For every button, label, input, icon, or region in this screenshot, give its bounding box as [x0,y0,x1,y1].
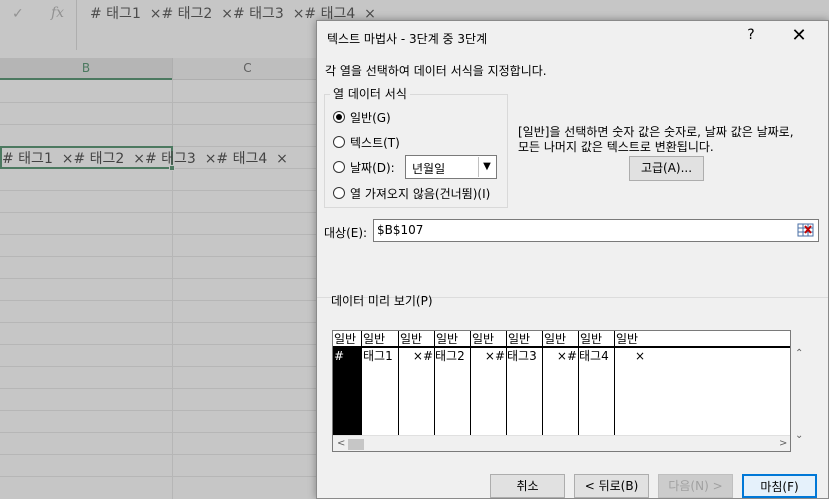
radio-button[interactable] [333,111,345,123]
chevron-down-icon[interactable]: ▼ [478,157,495,177]
preview-cell: ×# [484,349,505,363]
preview-column-header[interactable]: 일반 [333,331,362,348]
range-select-icon[interactable] [796,221,816,240]
preview-cell: 태그1 [363,349,393,363]
scroll-down-icon[interactable]: ⌄ [795,430,803,441]
horizontal-scrollbar[interactable]: < > [333,435,790,451]
preview-cell: × [634,349,645,363]
text-import-wizard-dialog: 텍스트 마법사 - 3단계 중 3단계 ? ✕ 각 열을 선택하여 데이터 서식… [316,20,829,499]
preview-column-header[interactable]: 일반 [399,331,435,348]
preview-cell: # [334,349,345,363]
preview-column-header[interactable]: 일반 [471,331,507,348]
dialog-title: 텍스트 마법사 - 3단계 중 3단계 [327,32,488,46]
close-button[interactable]: ✕ [787,26,811,48]
help-button[interactable]: ? [741,27,761,47]
radio-label: 날짜(D): [350,160,395,175]
preview-column-header[interactable]: 일반 [507,331,543,348]
data-preview[interactable]: 일반 일반 일반 일반 일반 일반 일반 일반 일반 # 태그1 ×# 태그2 … [332,330,791,452]
radio-label: 일반(G) [350,110,391,125]
preview-cell: 태그3 [507,349,537,363]
radio-label: 텍스트(T) [350,135,400,150]
preview-column-header[interactable]: 일반 [579,331,615,348]
radio-label: 열 가져오지 않음(건너뜀)(I) [350,186,491,201]
preview-cell: ×# [412,349,433,363]
preview-cell: 태그2 [435,349,465,363]
radio-skip-column[interactable]: 열 가져오지 않음(건너뜀)(I) [333,184,490,202]
preview-cell: 태그4 [579,349,609,363]
radio-button[interactable] [333,161,345,173]
preview-label: 데이터 미리 보기(P) [331,294,433,308]
scroll-up-icon[interactable]: ⌃ [795,348,803,359]
finish-button[interactable]: 마침(F) [742,474,817,498]
radio-button[interactable] [333,187,345,199]
preview-column-header[interactable]: 일반 [362,331,399,348]
next-button[interactable]: 다음(N) > [658,474,733,498]
preview-column-header[interactable]: 일반 [435,331,471,348]
date-format-value: 년월일 [412,162,446,176]
scroll-right-icon[interactable]: > [779,438,787,449]
radio-date[interactable]: 날짜(D): [333,158,395,176]
preview-cell: ×# [556,349,577,363]
preview-column-header[interactable]: 일반 [615,331,790,348]
radio-text[interactable]: 텍스트(T) [333,133,400,151]
radio-button[interactable] [333,136,345,148]
back-button[interactable]: < 뒤로(B) [574,474,649,498]
instruction-text: 각 열을 선택하여 데이터 서식을 지정합니다. [325,64,547,78]
preview-column-header[interactable]: 일반 [543,331,579,348]
radio-general[interactable]: 일반(G) [333,108,391,126]
scrollbar-thumb[interactable] [348,439,364,450]
column-divider [361,348,362,437]
vertical-scrollbar[interactable]: ⌃ ⌄ [791,330,808,452]
advanced-button[interactable]: 고급(A)... [629,156,704,181]
cancel-button[interactable]: 취소 [490,474,565,498]
destination-label: 대상(E): [324,226,368,240]
date-format-select[interactable]: 년월일 ▼ [405,155,497,179]
destination-input[interactable]: $B$107 [373,219,819,242]
scroll-left-icon[interactable]: < [337,438,345,449]
destination-value: $B$107 [377,223,424,237]
description-line: 모든 나머지 값은 텍스트로 변환됩니다. [518,140,714,154]
group-title: 열 데이터 서식 [330,85,410,102]
